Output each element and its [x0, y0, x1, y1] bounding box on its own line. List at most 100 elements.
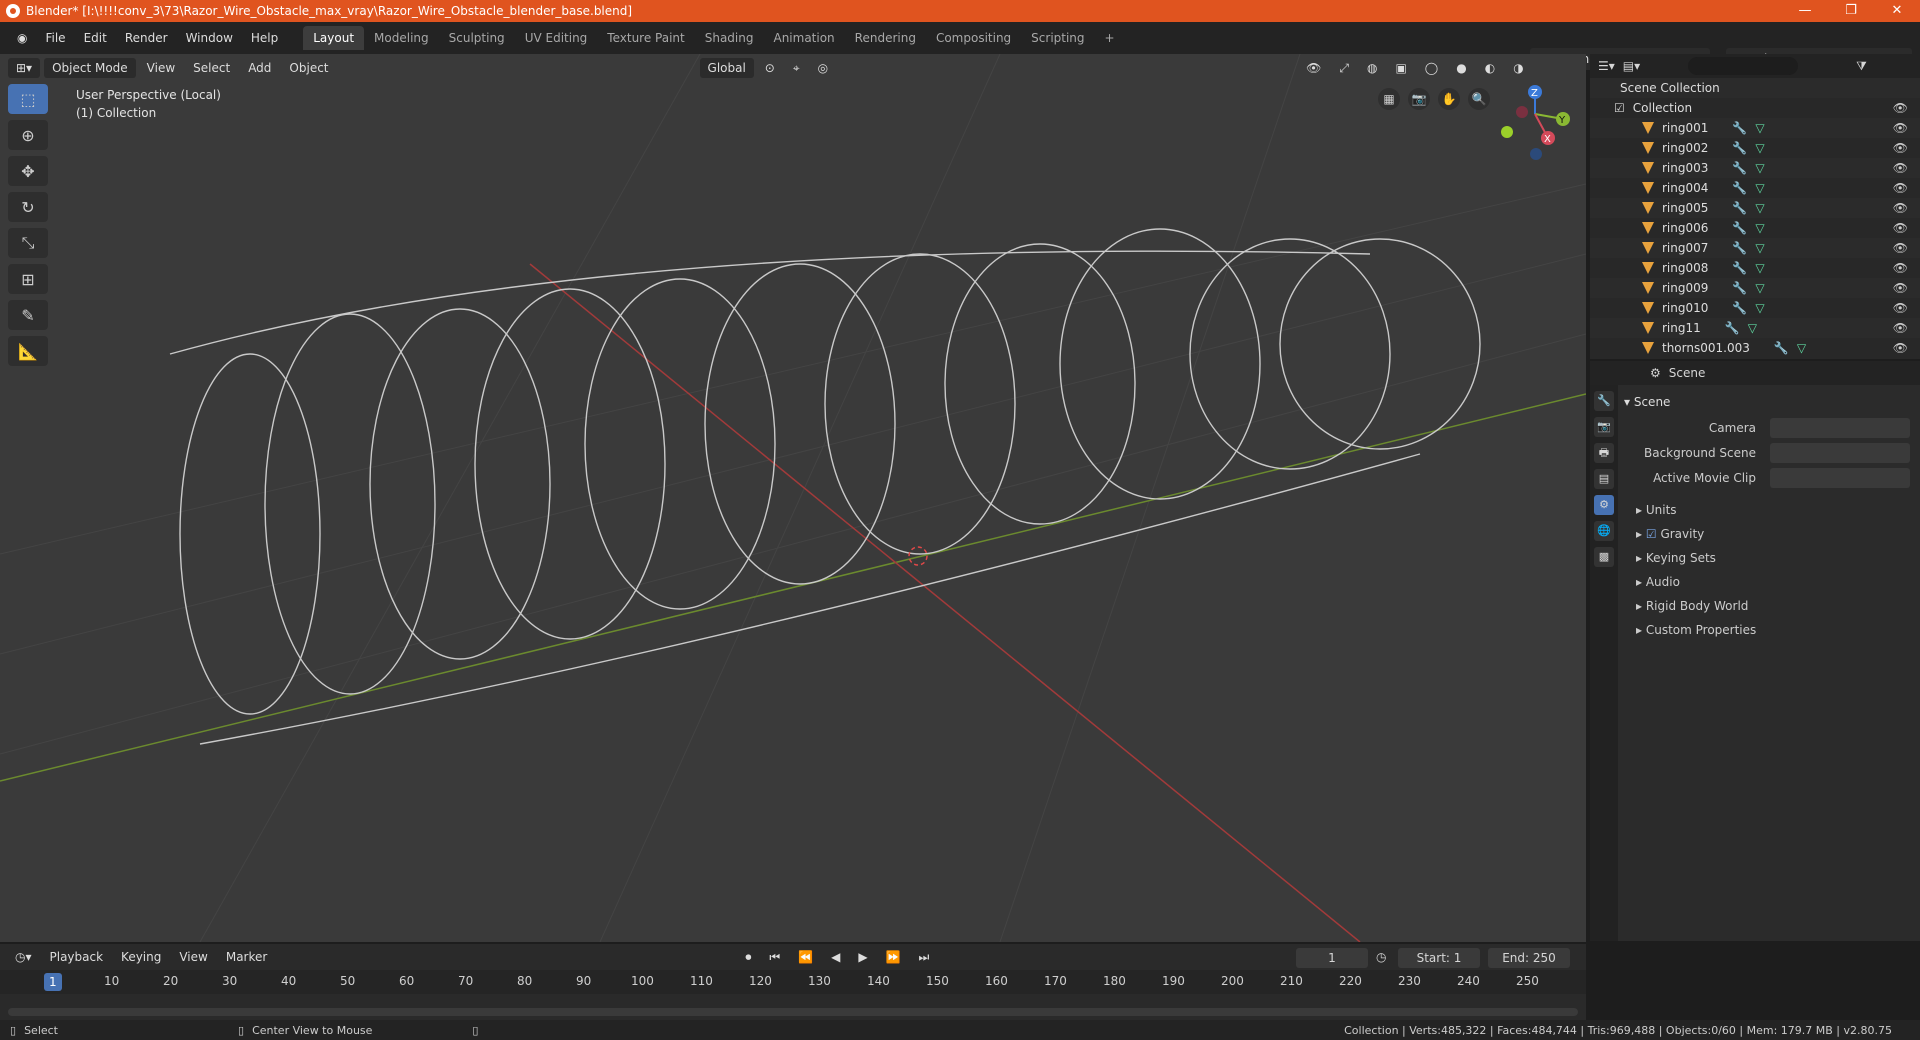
list-item[interactable]: ring006 🔧 ▽ 👁	[1590, 218, 1920, 238]
play-reverse-icon[interactable]: ◀	[824, 950, 847, 964]
eye-icon[interactable]: 👁	[1893, 101, 1908, 115]
custom-properties-subpanel[interactable]: ▸ Custom Properties	[1636, 623, 1756, 637]
wireframe-shading-icon[interactable]: ◯	[1418, 61, 1445, 75]
timeline-menu-playback[interactable]: Playback	[43, 950, 111, 964]
menu-render[interactable]: Render	[116, 31, 177, 45]
viewport-menu-view[interactable]: View	[140, 61, 182, 75]
tab-uv-editing[interactable]: UV Editing	[515, 26, 598, 50]
visibility-icon[interactable]: 👁	[1299, 61, 1328, 75]
viewport-canvas[interactable]: Z Y X	[0, 54, 1586, 942]
rigid-body-world-subpanel[interactable]: ▸ Rigid Body World	[1636, 599, 1748, 613]
viewport-menu-object[interactable]: Object	[282, 61, 335, 75]
list-item[interactable]: thorns001.003 🔧 ▽ 👁	[1590, 338, 1920, 358]
tool-tab-icon[interactable]: 🔧	[1594, 391, 1614, 411]
snap-icon[interactable]: ⌖	[786, 61, 807, 76]
zoom-icon[interactable]: 🔍	[1468, 88, 1490, 110]
restore-icon[interactable]: ❐	[1828, 0, 1874, 22]
annotate-tool-icon[interactable]: ✎	[8, 300, 48, 330]
eye-icon[interactable]: 👁	[1893, 301, 1908, 315]
menu-edit[interactable]: Edit	[75, 31, 116, 45]
editor-type-button[interactable]: ⊞▾	[8, 58, 41, 78]
world-tab-icon[interactable]: 🌐	[1594, 521, 1614, 541]
checkbox-icon[interactable]: ☑	[1614, 101, 1625, 115]
tab-texture-paint[interactable]: Texture Paint	[597, 26, 694, 50]
scene-panel-header[interactable]: ▾ Scene	[1624, 395, 1670, 409]
eye-icon[interactable]: 👁	[1893, 321, 1908, 335]
eye-icon[interactable]: 👁	[1893, 181, 1908, 195]
tab-animation[interactable]: Animation	[763, 26, 844, 50]
tab-scripting[interactable]: Scripting	[1021, 26, 1094, 50]
rendered-shading-icon[interactable]: ◑	[1506, 61, 1530, 75]
list-item[interactable]: ring010 🔧 ▽ 👁	[1590, 298, 1920, 318]
eye-icon[interactable]: 👁	[1893, 161, 1908, 175]
list-item[interactable]: ring007 🔧 ▽ 👁	[1590, 238, 1920, 258]
list-item[interactable]: ring004 🔧 ▽ 👁	[1590, 178, 1920, 198]
list-item[interactable]: ring11 🔧 ▽ 👁	[1590, 318, 1920, 338]
close-icon[interactable]: ✕	[1874, 0, 1920, 22]
menu-file[interactable]: File	[36, 31, 74, 45]
viewport-menu-add[interactable]: Add	[241, 61, 278, 75]
minimize-icon[interactable]: —	[1782, 0, 1828, 22]
measure-tool-icon[interactable]: 📐	[8, 336, 48, 366]
audio-subpanel[interactable]: ▸ Audio	[1636, 575, 1680, 589]
jump-start-icon[interactable]: ⏮	[762, 950, 787, 965]
eye-icon[interactable]: 👁	[1893, 141, 1908, 155]
units-subpanel[interactable]: ▸ Units	[1636, 503, 1677, 517]
xray-icon[interactable]: ▣	[1388, 61, 1413, 75]
overlay-toggle-icon[interactable]: ◍	[1360, 61, 1384, 75]
frame-ruler[interactable]: 1 10 20 30 40 50 60 70 80 90 100 110 120…	[0, 970, 1586, 994]
start-frame-field[interactable]: Start: 1	[1398, 948, 1480, 968]
list-item[interactable]: ring001 🔧 ▽ 👁	[1590, 118, 1920, 138]
timeline-menu-view[interactable]: View	[172, 950, 214, 964]
transform-orientation-selector[interactable]: Global	[699, 58, 754, 78]
timeline-menu-marker[interactable]: Marker	[219, 950, 274, 964]
jump-end-icon[interactable]: ⏭	[912, 950, 937, 965]
prev-keyframe-icon[interactable]: ⏪	[791, 950, 820, 964]
tab-compositing[interactable]: Compositing	[926, 26, 1021, 50]
eye-icon[interactable]: 👁	[1893, 261, 1908, 275]
scene-tab-icon[interactable]: ⚙	[1594, 495, 1614, 515]
outliner-search-input[interactable]	[1688, 57, 1799, 75]
move-tool-icon[interactable]: ✥	[8, 156, 48, 186]
texture-tab-icon[interactable]: ▩	[1594, 547, 1614, 567]
record-icon[interactable]: ⏺	[738, 950, 758, 965]
navigation-gizmo[interactable]: Z Y X	[1501, 85, 1570, 160]
tab-layout[interactable]: Layout	[303, 26, 365, 50]
viewport-menu-select[interactable]: Select	[186, 61, 237, 75]
tab-modeling[interactable]: Modeling	[364, 26, 439, 50]
tab-sculpting[interactable]: Sculpting	[439, 26, 515, 50]
rotate-tool-icon[interactable]: ↻	[8, 192, 48, 222]
camera-view-icon[interactable]: 📷	[1408, 88, 1430, 110]
active-movie-clip-field[interactable]	[1770, 468, 1910, 488]
menu-window[interactable]: Window	[177, 31, 242, 45]
list-item[interactable]: ring005 🔧 ▽ 👁	[1590, 198, 1920, 218]
grid-view-icon[interactable]: ▦	[1378, 88, 1400, 110]
render-tab-icon[interactable]: 📷	[1594, 417, 1614, 437]
menu-help[interactable]: Help	[242, 31, 287, 45]
pivot-icon[interactable]: ⊙	[758, 61, 782, 75]
current-frame-indicator[interactable]: 1	[44, 973, 62, 991]
timeline-editor-icon[interactable]: ◷▾	[8, 950, 39, 964]
proportional-edit-icon[interactable]: ◎	[811, 61, 835, 75]
pan-hand-icon[interactable]: ✋	[1438, 88, 1460, 110]
razor-wire-model[interactable]	[169, 228, 1481, 745]
list-item[interactable]: ring003 🔧 ▽ 👁	[1590, 158, 1920, 178]
blender-menu-icon[interactable]: ◉	[8, 31, 36, 45]
list-item[interactable]: ring002 🔧 ▽ 👁	[1590, 138, 1920, 158]
mode-selector[interactable]: Object Mode	[44, 58, 136, 78]
gravity-subpanel[interactable]: ▸ ☑ Gravity	[1636, 527, 1704, 541]
scene-collection-row[interactable]: Scene Collection	[1590, 78, 1920, 98]
collection-row[interactable]: ☑ Collection 👁	[1590, 98, 1920, 118]
end-frame-field[interactable]: End: 250	[1488, 948, 1570, 968]
select-box-tool-icon[interactable]: ⬚	[8, 84, 48, 114]
eye-icon[interactable]: 👁	[1893, 121, 1908, 135]
transform-tool-icon[interactable]: ⊞	[8, 264, 48, 294]
eye-icon[interactable]: 👁	[1893, 201, 1908, 215]
play-icon[interactable]: ▶	[851, 950, 874, 964]
background-scene-field[interactable]	[1770, 443, 1910, 463]
current-frame-field[interactable]: 1	[1296, 948, 1368, 968]
solid-shading-icon[interactable]: ●	[1449, 61, 1473, 75]
gravity-checkbox[interactable]: ☑	[1646, 527, 1657, 541]
scale-tool-icon[interactable]: ⤡	[8, 228, 48, 258]
camera-field[interactable]	[1770, 418, 1910, 438]
